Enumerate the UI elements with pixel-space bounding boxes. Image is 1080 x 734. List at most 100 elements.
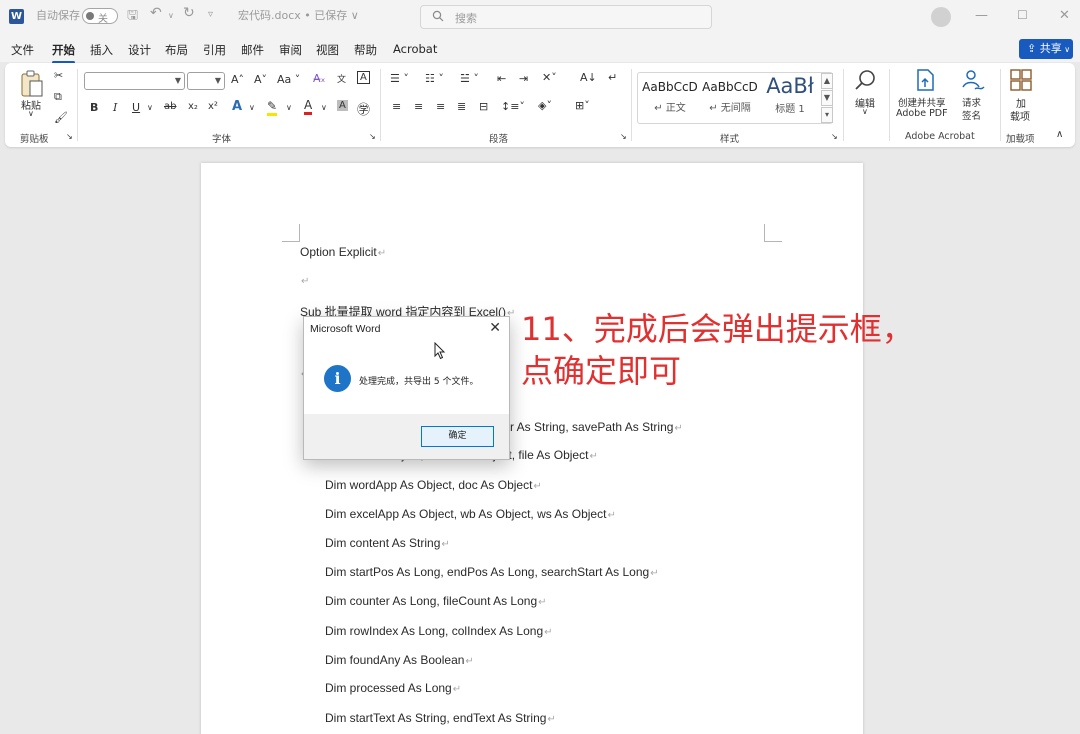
editing-dropdown-icon[interactable]: ∨ (862, 107, 868, 116)
tab-file[interactable]: 文件 (11, 42, 34, 58)
font-color-icon[interactable]: A (304, 98, 313, 115)
paste-dropdown-icon[interactable]: ∨ (28, 109, 34, 118)
maximize-icon[interactable]: ☐ (1017, 8, 1028, 22)
code-line[interactable]: Dim content As String↵ (325, 536, 450, 550)
font-launcher-icon[interactable]: ↘ (369, 132, 376, 141)
code-line[interactable]: Dim foundAny As Boolean↵ (325, 653, 474, 667)
code-line[interactable]: r As String, savePath As String↵ (510, 420, 683, 434)
highlight-icon[interactable]: ✎ (267, 99, 278, 116)
subscript-icon[interactable]: x₂ (188, 101, 198, 112)
bold-icon[interactable]: B (90, 101, 98, 114)
text-effects-icon[interactable]: A (232, 99, 242, 114)
collapse-ribbon-icon[interactable]: ∧ (1056, 129, 1063, 140)
create-pdf-label-2[interactable]: Adobe PDF (896, 108, 948, 119)
style-heading-1[interactable]: AaBł 标题 1 (762, 74, 818, 115)
search-box[interactable]: 搜索 (420, 5, 712, 29)
close-window-icon[interactable]: ✕ (1059, 8, 1070, 23)
tab-help[interactable]: 帮助 (354, 42, 377, 58)
font-color-dropdown-icon[interactable]: ∨ (321, 103, 327, 112)
align-center-icon[interactable]: ≡ (414, 100, 423, 113)
code-line[interactable]: Dim startPos As Long, endPos As Long, se… (325, 565, 659, 579)
numbering-icon[interactable]: ☷ ˅ (425, 72, 444, 85)
code-line[interactable]: Dim counter As Long, fileCount As Long↵ (325, 594, 547, 608)
dialog-close-icon[interactable]: ✕ (489, 320, 501, 336)
clipboard-launcher-icon[interactable]: ↘ (66, 132, 73, 141)
underline-dropdown-icon[interactable]: ∨ (147, 103, 153, 112)
tab-review[interactable]: 审阅 (279, 42, 302, 58)
code-line[interactable]: Option Explicit↵ (300, 245, 386, 259)
minimize-icon[interactable]: — (975, 8, 988, 23)
grow-font-icon[interactable]: A˄ (231, 73, 244, 86)
asian-layout-icon[interactable]: ✕˅ (542, 71, 557, 84)
user-avatar-icon[interactable] (931, 7, 951, 27)
tab-home[interactable]: 开始 (52, 42, 75, 64)
format-painter-icon[interactable]: 🖌 (54, 111, 68, 124)
enclose-characters-icon[interactable]: ㊫ (357, 99, 370, 118)
styles-scroll-up-icon[interactable]: ▲ (821, 73, 833, 89)
show-marks-icon[interactable]: ↵ (608, 71, 617, 84)
borders-icon[interactable]: ⊞˅ (575, 99, 590, 112)
copy-icon[interactable]: ⧉ (54, 90, 62, 104)
add-ins-icon[interactable] (1009, 68, 1033, 92)
character-shading-icon[interactable]: A (337, 100, 348, 111)
request-signature-label[interactable]: 请求 (962, 95, 981, 109)
shrink-font-icon[interactable]: A˅ (254, 73, 267, 86)
justify-icon[interactable]: ≣ (457, 100, 466, 113)
paragraph-launcher-icon[interactable]: ↘ (620, 132, 627, 141)
code-line[interactable]: Dim startText As String, endText As Stri… (325, 711, 556, 725)
text-effects-dropdown-icon[interactable]: ∨ (249, 103, 255, 112)
bullets-icon[interactable]: ☰ ˅ (390, 72, 409, 85)
tab-mailings[interactable]: 邮件 (241, 42, 264, 58)
request-signature-icon[interactable] (960, 68, 986, 92)
paste-icon[interactable] (19, 69, 45, 99)
tab-layout[interactable]: 布局 (165, 42, 188, 58)
phonetic-guide-icon[interactable]: 文 (337, 72, 346, 85)
shading-icon[interactable]: ◈˅ (538, 99, 552, 112)
style-normal[interactable]: AaBbCcD ↵ 正文 (642, 80, 698, 114)
undo-dropdown-icon[interactable]: ∨ (168, 11, 174, 20)
font-name-combo[interactable]: ▼ (84, 72, 185, 90)
styles-scroll-down-icon[interactable]: ▼ (821, 90, 833, 106)
redo-icon[interactable]: ↻ (183, 5, 195, 21)
character-border-icon[interactable]: A (357, 71, 370, 84)
code-line[interactable]: Dim processed As Long↵ (325, 681, 461, 695)
style-no-spacing[interactable]: AaBbCcD ↵ 无间隔 (701, 80, 759, 114)
distributed-icon[interactable]: ⊟ (479, 100, 488, 113)
align-right-icon[interactable]: ≡ (436, 100, 445, 113)
multilevel-list-icon[interactable]: ☱ ˅ (460, 72, 479, 85)
code-line[interactable]: Dim wordApp As Object, doc As Object↵ (325, 478, 542, 492)
line-spacing-icon[interactable]: ↕≡˅ (501, 100, 525, 113)
code-line[interactable]: Dim excelApp As Object, wb As Object, ws… (325, 507, 616, 521)
strikethrough-icon[interactable]: ab (164, 101, 176, 112)
save-icon[interactable]: 🖫 (127, 6, 138, 28)
increase-indent-icon[interactable]: ⇥ (519, 72, 528, 85)
superscript-icon[interactable]: x² (208, 101, 218, 112)
create-pdf-icon[interactable] (914, 68, 936, 92)
add-ins-label-2[interactable]: 载项 (1010, 108, 1030, 123)
tab-design[interactable]: 设计 (128, 42, 151, 58)
ok-button[interactable]: 确定 (421, 426, 494, 447)
create-pdf-label[interactable]: 创建并共享 (898, 95, 946, 109)
italic-icon[interactable]: I (113, 101, 117, 114)
font-size-combo[interactable]: ▼ (187, 72, 225, 90)
clear-formatting-icon[interactable]: A̶ₓ (313, 72, 325, 85)
styles-expand-icon[interactable]: ▾ (821, 107, 833, 123)
autosave-toggle[interactable]: 关 (82, 8, 118, 25)
document-title[interactable]: 宏代码.docx • 已保存 ∨ (238, 7, 359, 23)
tab-view[interactable]: 视图 (316, 42, 339, 58)
customize-toolbar-icon[interactable]: ▿ (208, 9, 213, 20)
share-button[interactable]: ⇪ 共享 ∨ (1019, 39, 1073, 59)
highlight-dropdown-icon[interactable]: ∨ (286, 103, 292, 112)
request-signature-label-2[interactable]: 签名 (962, 108, 981, 122)
tab-references[interactable]: 引用 (203, 42, 226, 58)
styles-launcher-icon[interactable]: ↘ (831, 132, 838, 141)
underline-icon[interactable]: U (132, 101, 140, 114)
tab-insert[interactable]: 插入 (90, 42, 113, 58)
code-line[interactable]: Dim rowIndex As Long, colIndex As Long↵ (325, 624, 553, 638)
decrease-indent-icon[interactable]: ⇤ (497, 72, 506, 85)
align-left-icon[interactable]: ≡ (392, 100, 401, 113)
code-line[interactable]: ↵ (300, 273, 309, 287)
change-case-icon[interactable]: Aa ˅ (277, 73, 300, 86)
undo-icon[interactable]: ↶ (150, 5, 162, 21)
tab-acrobat[interactable]: Acrobat (393, 42, 437, 56)
